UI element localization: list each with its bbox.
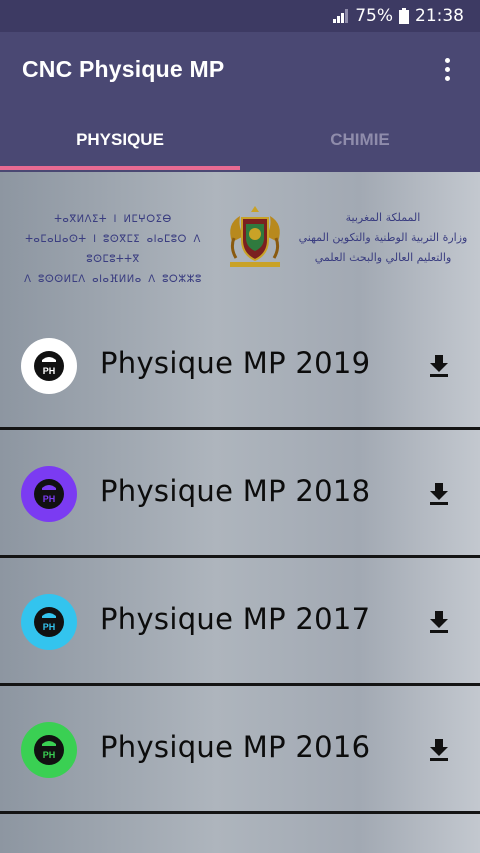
list-item[interactable]: PH Physique MP 2018 [0, 430, 480, 558]
svg-text:PH: PH [43, 494, 56, 504]
page-title: CNC Physique MP [22, 56, 225, 82]
download-icon[interactable] [428, 482, 450, 506]
content-area: ⵜⴰⴳⵍⴷⵉⵜ ⵏ ⵍⵎⵖⵔⵉⴱ ⵜⴰⵎⴰⵡⴰⵙⵜ ⵏ ⵓⵙⴳⵎⵉ ⴰⵏⴰⵎⵓⵔ… [0, 172, 480, 853]
badge: PH [21, 722, 77, 778]
app-bar: CNC Physique MP [0, 32, 480, 108]
ph-flask-icon: PH [34, 735, 64, 765]
list-item[interactable]: PH Physique MP 2016 [0, 686, 480, 814]
item-label: Physique MP 2017 [100, 602, 371, 636]
tab-physique[interactable]: PHYSIQUE [0, 108, 240, 172]
tab-indicator [0, 166, 240, 170]
tab-bar: PHYSIQUE CHIMIE [0, 108, 480, 172]
signal-icon [333, 9, 349, 23]
badge: PH [21, 338, 77, 394]
tab-chimie[interactable]: CHIMIE [240, 108, 480, 172]
download-icon[interactable] [428, 610, 450, 634]
ph-flask-icon: PH [34, 607, 64, 637]
download-icon[interactable] [428, 354, 450, 378]
svg-text:PH: PH [43, 750, 56, 760]
battery-percent: 75% [355, 6, 393, 26]
download-icon[interactable] [428, 738, 450, 762]
item-label: Physique MP 2019 [100, 346, 371, 380]
item-label: Physique MP 2018 [100, 474, 371, 508]
svg-text:PH: PH [43, 366, 56, 376]
item-label: Physique MP 2016 [100, 730, 371, 764]
battery-icon [399, 8, 409, 24]
clock: 21:38 [415, 6, 464, 26]
arabic-text: المملكة المغربية وزارة التربية الوطنية و… [298, 211, 468, 264]
moroccan-coat-of-arms-icon [224, 202, 286, 274]
list-item[interactable]: PH Physique MP 2019 [0, 302, 480, 430]
badge: PH [21, 594, 77, 650]
status-bar: 75% 21:38 [0, 0, 480, 32]
tifinagh-text: ⵜⴰⴳⵍⴷⵉⵜ ⵏ ⵍⵎⵖⵔⵉⴱ ⵜⴰⵎⴰⵡⴰⵙⵜ ⵏ ⵓⵙⴳⵎⵉ ⴰⵏⴰⵎⵓⵔ… [24, 214, 202, 285]
list-item[interactable]: PH Physique MP 2017 [0, 558, 480, 686]
more-vert-icon[interactable] [434, 54, 462, 86]
ph-flask-icon: PH [34, 351, 64, 381]
badge: PH [21, 466, 77, 522]
ministry-banner: ⵜⴰⴳⵍⴷⵉⵜ ⵏ ⵍⵎⵖⵔⵉⴱ ⵜⴰⵎⴰⵡⴰⵙⵜ ⵏ ⵓⵙⴳⵎⵉ ⴰⵏⴰⵎⵓⵔ… [0, 172, 480, 292]
svg-text:PH: PH [43, 622, 56, 632]
ph-flask-icon: PH [34, 479, 64, 509]
